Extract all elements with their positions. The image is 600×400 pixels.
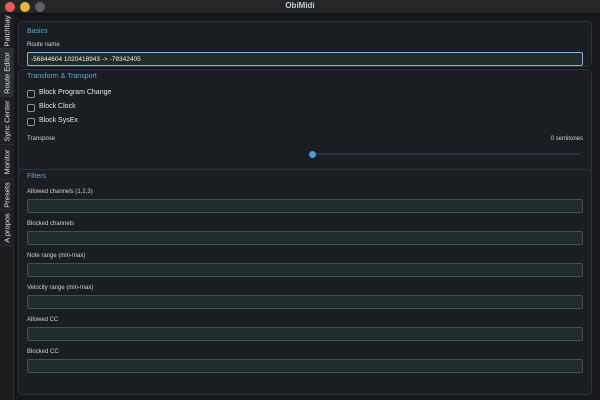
tab-monitor[interactable]: Monitor <box>0 145 14 180</box>
window-title: ObiMidi <box>285 1 315 10</box>
velocity-range-label: Velocity range (min-max) <box>27 285 94 291</box>
tab-label: Monitor <box>2 149 12 175</box>
checkbox-box[interactable] <box>27 104 35 112</box>
basics-section: Basics Route name <box>18 21 592 67</box>
transpose-label: Transpose <box>27 136 56 142</box>
checkbox-label: Block Program Change <box>39 89 112 96</box>
checkbox-label: Block Clock <box>39 103 76 110</box>
section-title: Basics <box>27 28 48 35</box>
route-name-input[interactable] <box>27 52 583 66</box>
blocked-cc-label: Blocked CC <box>27 349 59 355</box>
tab-route-editor[interactable]: Route Editor <box>0 49 14 97</box>
blocked-channels-input[interactable] <box>27 231 583 245</box>
tab-presets[interactable]: Presets <box>0 180 14 210</box>
filters-section: Filters Allowed channels (1,2,3) Blocked… <box>18 169 592 395</box>
note-range-label: Note range (min-max) <box>27 253 86 259</box>
route-name-label: Route name <box>27 42 60 48</box>
vertical-tab-bar: Patchbay Route Editor Sync Center Monito… <box>0 14 14 400</box>
velocity-range-input[interactable] <box>27 295 583 309</box>
title-bar: ObiMidi <box>0 0 600 14</box>
note-range-input[interactable] <box>27 263 583 277</box>
checkbox-box[interactable] <box>27 90 35 98</box>
allowed-channels-input[interactable] <box>27 199 583 213</box>
tab-label: Route Editor <box>2 51 12 94</box>
section-title: Filters <box>27 173 47 180</box>
allowed-cc-label: Allowed CC <box>27 317 59 323</box>
tab-a-propos[interactable]: A propos <box>0 210 14 246</box>
tab-label: Presets <box>2 181 12 208</box>
allowed-cc-input[interactable] <box>27 327 583 341</box>
transpose-slider-track[interactable] <box>309 150 581 158</box>
blocked-cc-input[interactable] <box>27 359 583 373</box>
tab-label: Sync Center <box>2 99 12 142</box>
tab-sync-center[interactable]: Sync Center <box>0 97 14 145</box>
tab-label: Patchbay <box>2 15 12 47</box>
checkbox-box[interactable] <box>27 118 35 126</box>
transpose-slider-thumb[interactable] <box>309 150 316 158</box>
transpose-value: 0 semitones <box>550 136 583 142</box>
tab-patchbay[interactable]: Patchbay <box>0 14 14 49</box>
route-editor-panel: Basics Route name Transform & Transport … <box>14 14 600 400</box>
section-title: Transform & Transport <box>27 73 97 80</box>
blocked-channels-label: Blocked channels <box>27 221 75 227</box>
allowed-channels-label: Allowed channels (1,2,3) <box>27 189 93 195</box>
tab-label: A propos <box>2 212 12 243</box>
checkbox-label: Block SysEx <box>39 117 78 124</box>
